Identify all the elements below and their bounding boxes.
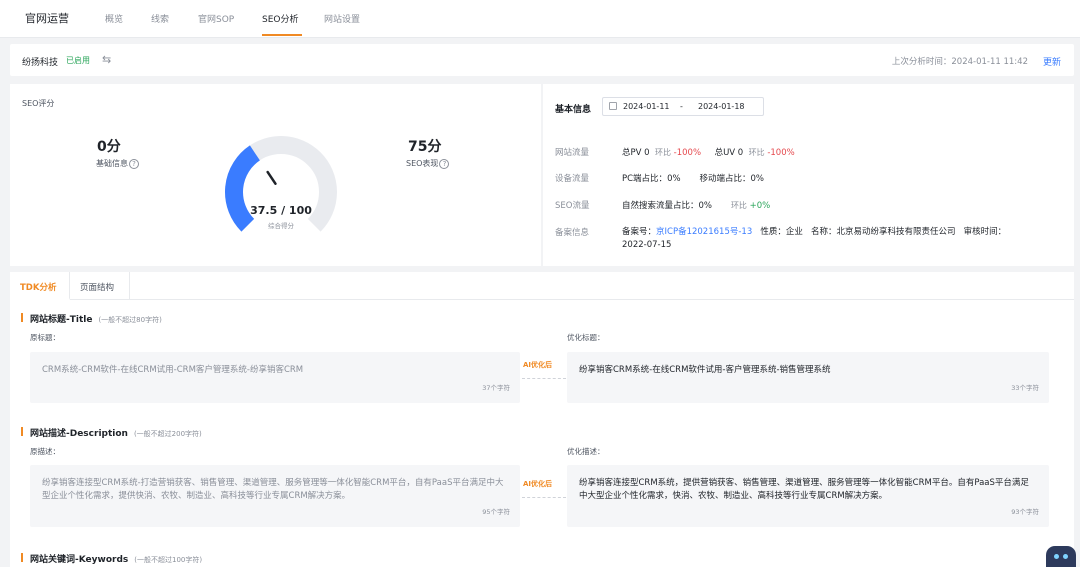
- tdk-analysis-card: TDK分析 页面结构 网站标题-Title (一般不超过80字符) 原标题： 优化…: [10, 272, 1074, 567]
- optimized-description-count: 93个字符: [1011, 508, 1039, 516]
- tab-overview[interactable]: 概览: [105, 12, 123, 25]
- seo-traffic-values: 自然搜索流量占比：0% 环比 +0%: [622, 199, 770, 211]
- traffic-label: 网站流量: [555, 148, 590, 158]
- device-label: 设备流量: [555, 174, 590, 184]
- top-nav: 官网运营 概览 线索 官网SOP SEO分析 网站设置: [0, 0, 1080, 38]
- section-description-hint: (一般不超过200字符): [133, 430, 202, 438]
- status-badge: 已启用: [66, 56, 90, 65]
- original-description-box: 纷享销客连接型CRM系统-打造营销获客、销售管理、渠道管理、服务管理等一体化智能…: [30, 465, 520, 527]
- record-nature: 性质：企业: [760, 227, 803, 237]
- last-analysis-time: 上次分析时间：2024-01-11 11:42: [891, 57, 1028, 67]
- seo-score-card: SEO评分 0分 基础信息? 75分 SEO表现? 37.5 / 100 综合得…: [10, 84, 541, 266]
- connector-line: [522, 497, 566, 498]
- total-uv: 总UV 0: [714, 148, 744, 158]
- record-values: 备案号：京ICP备12021615号-13 性质：企业 名称：北京易动纷享科技有…: [622, 226, 1062, 252]
- active-tab-indicator: [262, 34, 302, 36]
- basic-info-score: 0分: [97, 139, 121, 155]
- total-score: 37.5 / 100: [250, 204, 312, 217]
- date-to: 2024-01-18: [698, 102, 745, 111]
- section-keywords-heading: 网站关键词-Keywords (一般不超过100字符): [20, 552, 203, 565]
- pv-ratio-value: -100%: [673, 148, 702, 158]
- original-description-count: 95个字符: [482, 508, 510, 516]
- basic-info-label: 基础信息?: [96, 158, 139, 169]
- section-title-heading: 网站标题-Title (一般不超过80字符): [21, 312, 162, 325]
- total-pv: 总PV 0: [622, 148, 650, 158]
- optimized-description-box: 纷享销客连接型CRM系统，提供营销获客、销售管理、渠道管理、服务管理等一体化智能…: [567, 465, 1049, 527]
- seo-performance-score: 75分: [408, 139, 442, 155]
- original-description-label: 原描述：: [30, 447, 60, 456]
- section-keywords-label: 网站关键词-Keywords: [30, 555, 129, 565]
- original-title-box: CRM系统-CRM软件-在线CRM试用-CRM客户管理系统-纷享销客CRM 37…: [30, 352, 520, 403]
- traffic-values: 总PV 0 环比 -100% 总UV 0 环比 -100%: [622, 146, 795, 158]
- organic-ratio-value: +0%: [749, 201, 771, 211]
- date-from: 2024-01-11: [623, 102, 670, 111]
- connector-line: [522, 378, 566, 379]
- date-range-picker[interactable]: 2024-01-11 - 2024-01-18: [602, 97, 764, 116]
- switch-icon[interactable]: ⇆: [102, 53, 111, 66]
- device-values: PC端占比：0% 移动端占比：0%: [622, 172, 764, 184]
- tab-leads[interactable]: 线索: [151, 12, 169, 25]
- ai-optimized-tag: AI优化后: [523, 361, 553, 369]
- section-description-label: 网站描述-Description: [30, 429, 128, 439]
- date-separator: -: [680, 102, 683, 111]
- analysis-tabs: TDK分析 页面结构: [10, 272, 1074, 300]
- total-score-label: 综合得分: [268, 222, 294, 230]
- tab-tdk-analysis[interactable]: TDK分析: [10, 272, 70, 300]
- original-description-text: 纷享销客连接型CRM系统-打造营销获客、销售管理、渠道管理、服务管理等一体化智能…: [42, 478, 504, 501]
- tab-page-structure[interactable]: 页面结构: [70, 272, 130, 300]
- pc-share-label: PC端占比：: [622, 174, 668, 184]
- organic-share-label: 自然搜索流量占比：: [622, 201, 699, 211]
- original-title-text: CRM系统-CRM软件-在线CRM试用-CRM客户管理系统-纷享销客CRM: [42, 365, 304, 375]
- optimized-title-label: 优化标题：: [567, 333, 605, 342]
- organic-share-value: 0%: [698, 201, 713, 211]
- original-title-label: 原标题：: [30, 333, 60, 342]
- basic-info-title: 基本信息: [555, 105, 592, 115]
- seo-score-title: SEO评分: [22, 99, 55, 108]
- app-title: 官网运营: [25, 12, 69, 25]
- audit-time-label: 审核时间：: [963, 227, 1007, 237]
- mobile-share-value: 0%: [750, 174, 765, 184]
- optimized-title-text: 纷享销客CRM系统-在线CRM软件试用-客户管理系统-销售管理系统: [579, 365, 831, 375]
- tab-site-settings[interactable]: 网站设置: [324, 12, 360, 25]
- help-icon[interactable]: ?: [129, 158, 139, 169]
- seo-traffic-label: SEO流量: [555, 201, 590, 211]
- seo-performance-label: SEO表现?: [406, 158, 450, 169]
- section-title-hint: (一般不超过80字符): [98, 316, 162, 324]
- original-title-count: 37个字符: [482, 384, 510, 392]
- pv-ratio-label: 环比: [654, 148, 671, 157]
- site-bar: 纷扬科技 已启用 ⇆ 上次分析时间：2024-01-11 11:42 更新: [10, 44, 1074, 76]
- tab-website-sop[interactable]: 官网SOP: [198, 12, 234, 25]
- record-label: 备案信息: [555, 228, 590, 238]
- record-number-label: 备案号：: [622, 227, 657, 237]
- organic-ratio-label: 环比: [730, 201, 747, 210]
- uv-ratio-value: -100%: [767, 148, 795, 158]
- record-row: 备案信息 备案号：京ICP备12021615号-13 性质：企业 名称：北京易动…: [555, 226, 1065, 256]
- calendar-icon: [609, 102, 617, 110]
- mobile-share-label: 移动端占比：: [699, 174, 751, 184]
- record-company-name: 名称：北京易动纷享科技有限责任公司: [810, 227, 956, 237]
- ai-optimized-tag: AI优化后: [523, 480, 553, 488]
- optimized-description-label: 优化描述：: [567, 447, 605, 456]
- pc-share-value: 0%: [667, 174, 681, 184]
- optimized-description-text: 纷享销客连接型CRM系统，提供营销获客、销售管理、渠道管理、服务管理等一体化智能…: [579, 478, 1029, 501]
- tab-seo-analysis[interactable]: SEO分析: [262, 12, 298, 25]
- section-keywords-hint: (一般不超过100字符): [134, 556, 203, 564]
- help-icon[interactable]: ?: [439, 158, 450, 169]
- section-title-label: 网站标题-Title: [30, 315, 93, 325]
- record-number-link[interactable]: 京ICP备12021615号-13: [656, 227, 752, 237]
- optimized-title-count: 33个字符: [1011, 384, 1039, 392]
- score-gauge: 37.5 / 100 综合得分: [216, 136, 346, 236]
- basic-info-card: 基本信息 2024-01-11 - 2024-01-18 网站流量 总PV 0 …: [543, 84, 1074, 266]
- optimized-title-box: 纷享销客CRM系统-在线CRM软件试用-客户管理系统-销售管理系统 33个字符: [567, 352, 1049, 403]
- update-link[interactable]: 更新: [1043, 55, 1061, 68]
- section-description-heading: 网站描述-Description (一般不超过200字符): [21, 426, 202, 439]
- gauge-needle: [266, 170, 277, 185]
- assistant-robot-icon[interactable]: [1046, 546, 1076, 567]
- uv-ratio-label: 环比: [748, 148, 765, 157]
- company-name: 纷扬科技: [22, 58, 59, 68]
- audit-time-value: 2022-07-15: [622, 240, 672, 250]
